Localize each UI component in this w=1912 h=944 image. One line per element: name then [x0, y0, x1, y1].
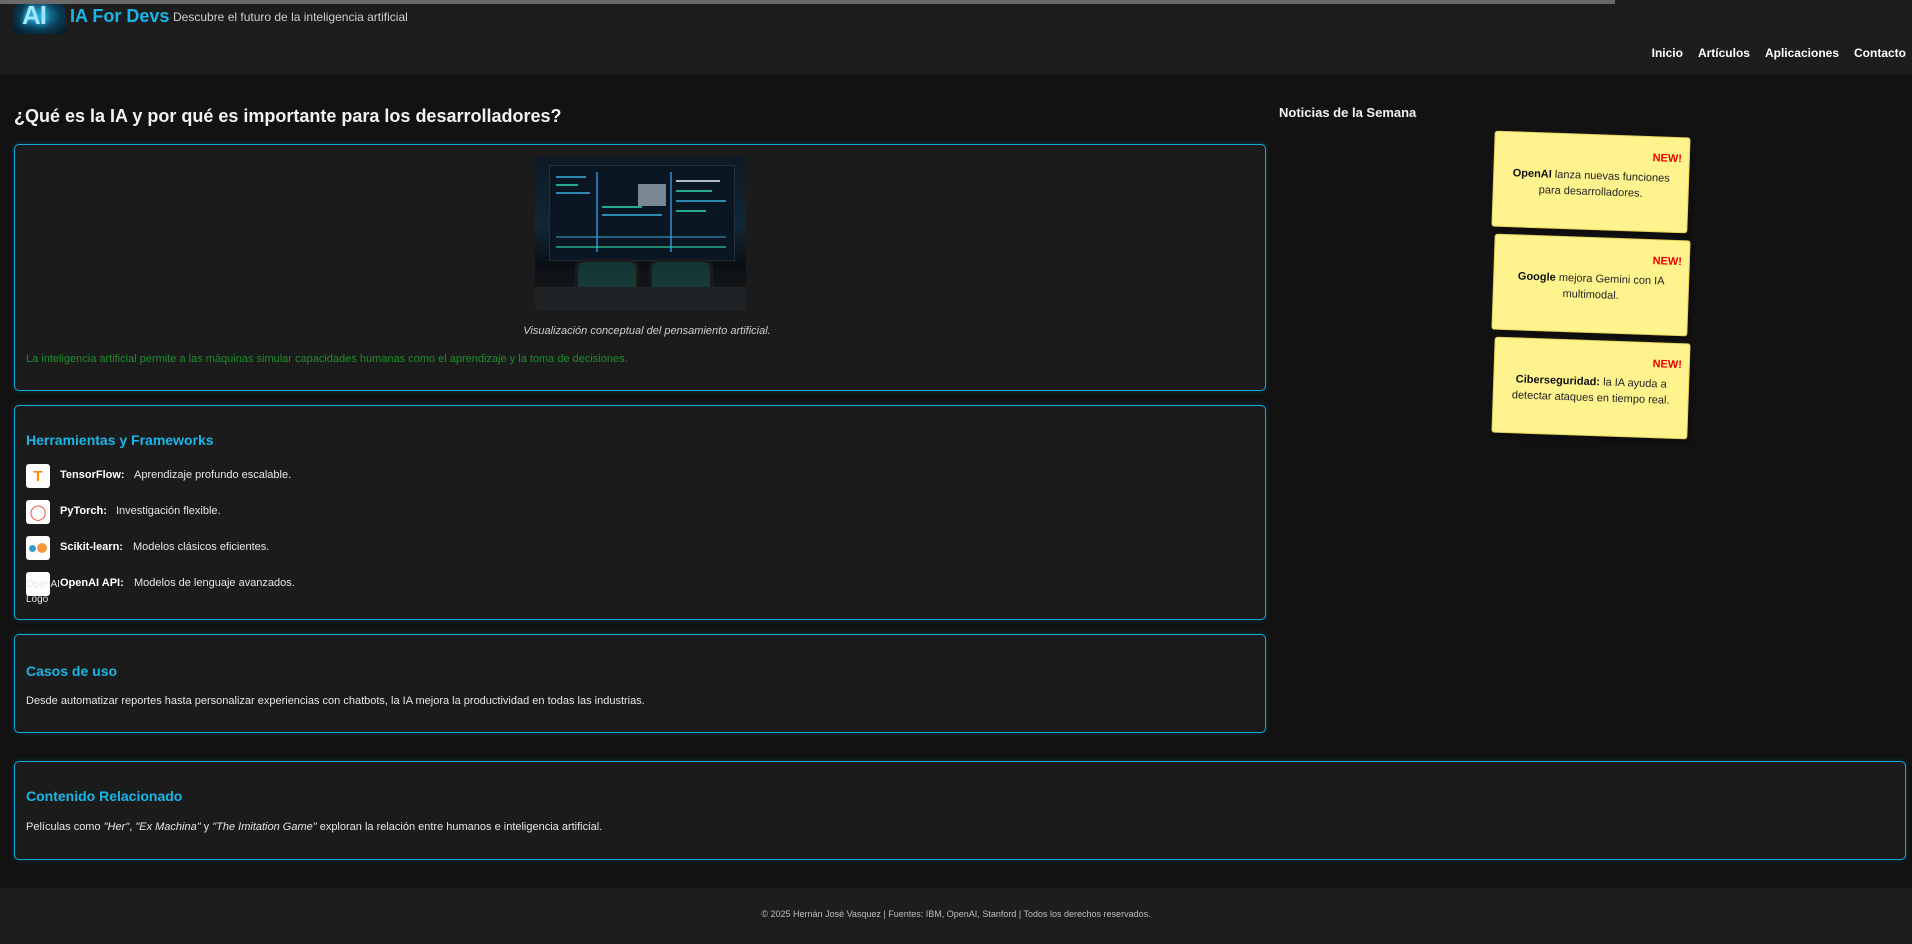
news-note-text: OpenAI lanza nuevas funciones para desar… [1503, 165, 1678, 203]
image-caption: Visualización conceptual del pensamiento… [523, 325, 771, 337]
nav-articulos[interactable]: Artículos [1698, 46, 1750, 60]
tool-desc: Modelos de lenguaje avanzados. [134, 577, 295, 589]
code-line [556, 192, 590, 194]
tool-name: TensorFlow: [60, 469, 125, 481]
brand-name[interactable]: IA For Devs [70, 6, 169, 27]
code-column [670, 172, 672, 252]
news-note-text: Google mejora Gemini con IA multimodal. [1503, 268, 1678, 306]
tool-desc: Aprendizaje profundo escalable. [134, 469, 292, 481]
film-ex-machina: "Ex Machina" [135, 821, 201, 833]
code-line [676, 190, 712, 192]
tensorflow-icon: T [26, 464, 50, 488]
site-header: AI IA For Devs Descubre el futuro de la … [0, 0, 1912, 75]
keyboard [535, 287, 746, 311]
related-text-post: exploran la relación entre humanos e int… [316, 821, 603, 833]
tool-name: OpenAI API: [60, 577, 124, 589]
tools-title: Herramientas y Frameworks [26, 432, 214, 448]
code-line [676, 210, 706, 212]
intro-text: La inteligencia artificial permite a las… [26, 353, 628, 365]
news-note-body: lanza nuevas funciones para desarrollado… [1538, 168, 1670, 200]
news-note-bold: Ciberseguridad: [1515, 373, 1601, 389]
site-footer: © 2025 Hernán José Vasquez | Fuentes: IB… [0, 888, 1912, 944]
use-cases-title: Casos de uso [26, 663, 118, 679]
tool-desc: Modelos clásicos eficientes. [133, 541, 270, 553]
screen-highlight [638, 184, 666, 206]
related-sep: y [200, 821, 213, 833]
use-cases-card: Casos de uso Desde automatizar reportes … [14, 634, 1266, 733]
code-line [602, 214, 662, 216]
new-badge: NEW! [1652, 152, 1683, 166]
new-badge: NEW! [1652, 358, 1683, 372]
news-note-body: mejora Gemini con IA multimodal. [1555, 271, 1665, 302]
monitor-screen [549, 165, 735, 261]
code-line [556, 236, 726, 238]
footer-text: © 2025 Hernán José Vasquez | Fuentes: IB… [761, 909, 1151, 919]
loading-bar [0, 0, 1615, 4]
tools-card: Herramientas y Frameworks T TensorFlow: … [14, 405, 1266, 620]
code-line [556, 184, 578, 186]
broken-image-alt-text: OpenAI Logo [26, 579, 60, 605]
nav-aplicaciones[interactable]: Aplicaciones [1765, 46, 1839, 60]
related-card: Contenido Relacionado Películas como "He… [14, 761, 1906, 860]
film-imitation-game: "The Imitation Game" [212, 821, 317, 833]
news-note[interactable]: NEW! OpenAI lanza nuevas funciones para … [1491, 130, 1691, 234]
code-column [596, 172, 598, 252]
page-title: ¿Qué es la IA y por qué es importante pa… [14, 106, 562, 126]
tool-desc: Investigación flexible. [116, 505, 221, 517]
tool-name: Scikit-learn: [60, 541, 123, 553]
nav-inicio[interactable]: Inicio [1652, 46, 1683, 60]
news-note-bold: Google [1517, 270, 1556, 284]
new-badge: NEW! [1652, 255, 1683, 269]
main-nav: Inicio Artículos Aplicaciones Contacto [1652, 46, 1906, 60]
code-line [602, 206, 642, 208]
scikit-learn-icon [26, 536, 50, 560]
hero-image [535, 157, 746, 311]
tool-name: PyTorch: [60, 505, 107, 517]
intro-card: Visualización conceptual del pensamiento… [14, 144, 1266, 391]
film-her: "Her" [103, 821, 130, 833]
news-note-text: Ciberseguridad: la IA ayuda a detectar a… [1503, 371, 1678, 409]
related-text: Películas como "Her", "Ex Machina" y "Th… [26, 821, 602, 833]
code-line [676, 180, 720, 182]
use-cases-text: Desde automatizar reportes hasta persona… [26, 695, 645, 707]
news-title: Noticias de la Semana [1279, 105, 1417, 120]
news-note[interactable]: NEW! Google mejora Gemini con IA multimo… [1491, 233, 1691, 337]
news-note[interactable]: NEW! Ciberseguridad: la IA ayuda a detec… [1491, 336, 1691, 440]
code-line [556, 246, 726, 248]
nav-contacto[interactable]: Contacto [1854, 46, 1906, 60]
code-line [556, 176, 586, 178]
code-line [676, 200, 726, 202]
logo-text: AI [22, 4, 47, 30]
pytorch-icon: ◯ [26, 500, 50, 524]
related-text-pre: Películas como [26, 821, 104, 833]
related-title: Contenido Relacionado [26, 788, 183, 804]
news-note-bold: OpenAI [1512, 167, 1552, 181]
site-logo[interactable]: AI [14, 4, 66, 34]
site-tagline: Descubre el futuro de la inteligencia ar… [173, 10, 408, 24]
